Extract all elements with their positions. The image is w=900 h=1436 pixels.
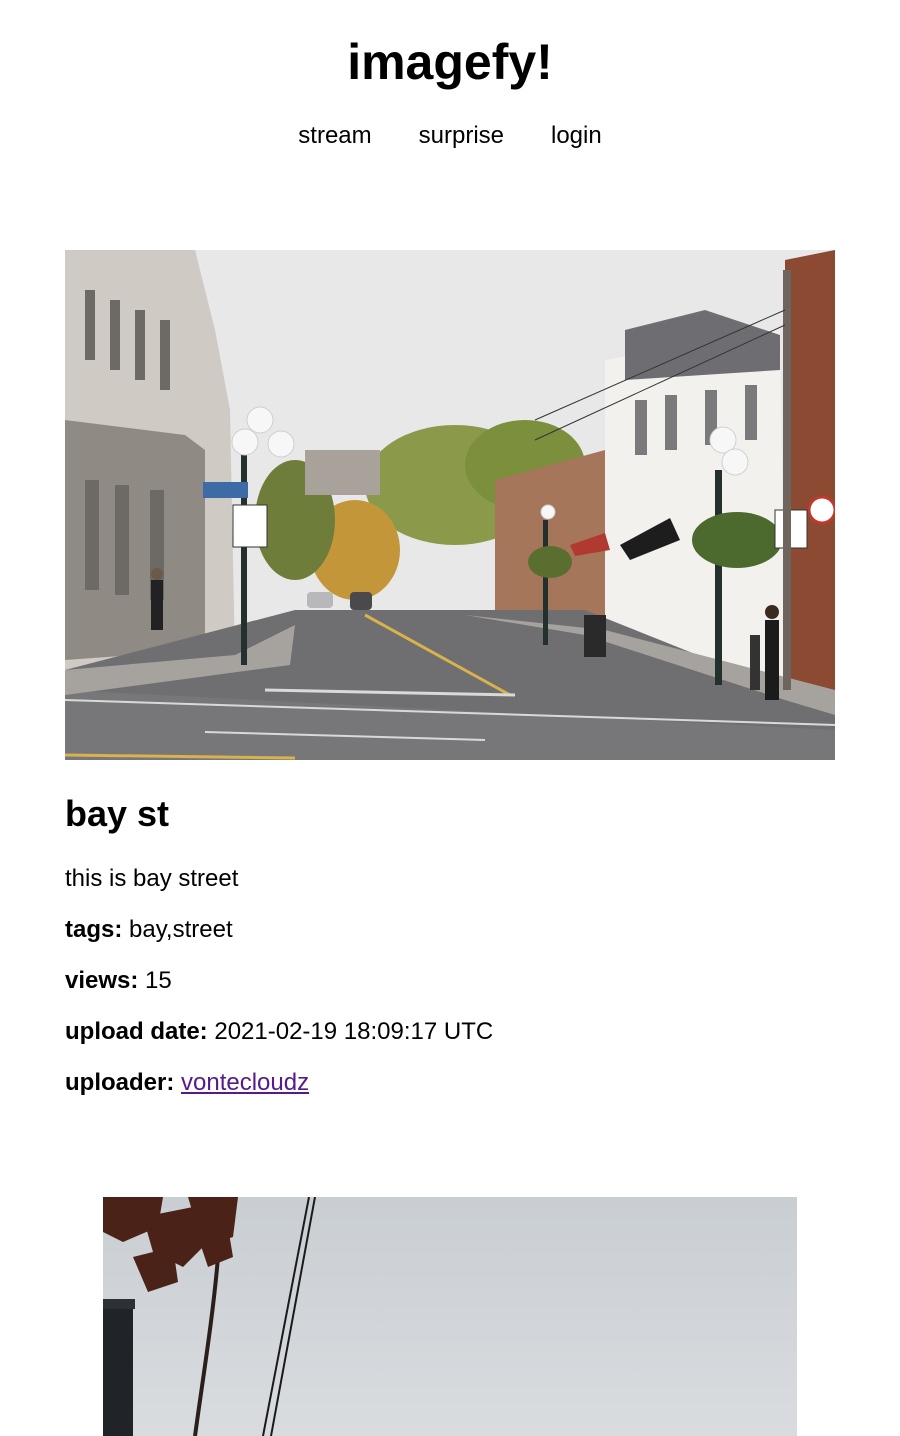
main-nav: stream surprise login	[0, 120, 900, 152]
street-photo	[65, 250, 835, 760]
tags-row: tags: bay,street	[65, 914, 233, 946]
tags-label: tags:	[65, 916, 123, 943]
sky-photo	[103, 1197, 797, 1436]
post-description: this is bay street	[65, 863, 238, 895]
views-value: 15	[145, 967, 172, 994]
post-title: bay st	[65, 793, 170, 834]
site-title[interactable]: imagefy!	[0, 32, 900, 92]
upload-date-row: upload date: 2021-02-19 18:09:17 UTC	[65, 1016, 493, 1048]
tags-value: bay,street	[129, 916, 233, 943]
description-text: this is bay street	[65, 865, 239, 892]
views-label: views:	[65, 967, 139, 994]
uploader-label: uploader:	[65, 1069, 175, 1096]
upload-date-value: 2021-02-19 18:09:17 UTC	[214, 1018, 494, 1045]
views-row: views: 15	[65, 965, 172, 997]
nav-login-link[interactable]: login	[551, 120, 602, 152]
nav-surprise-link[interactable]: surprise	[419, 120, 504, 152]
upload-date-label: upload date:	[65, 1018, 208, 1045]
post-image[interactable]	[65, 250, 835, 760]
next-post-image[interactable]	[103, 1197, 797, 1436]
uploader-link[interactable]: vontecloudz	[181, 1069, 309, 1096]
uploader-row: uploader: vontecloudz	[65, 1067, 309, 1099]
nav-stream-link[interactable]: stream	[298, 120, 371, 152]
